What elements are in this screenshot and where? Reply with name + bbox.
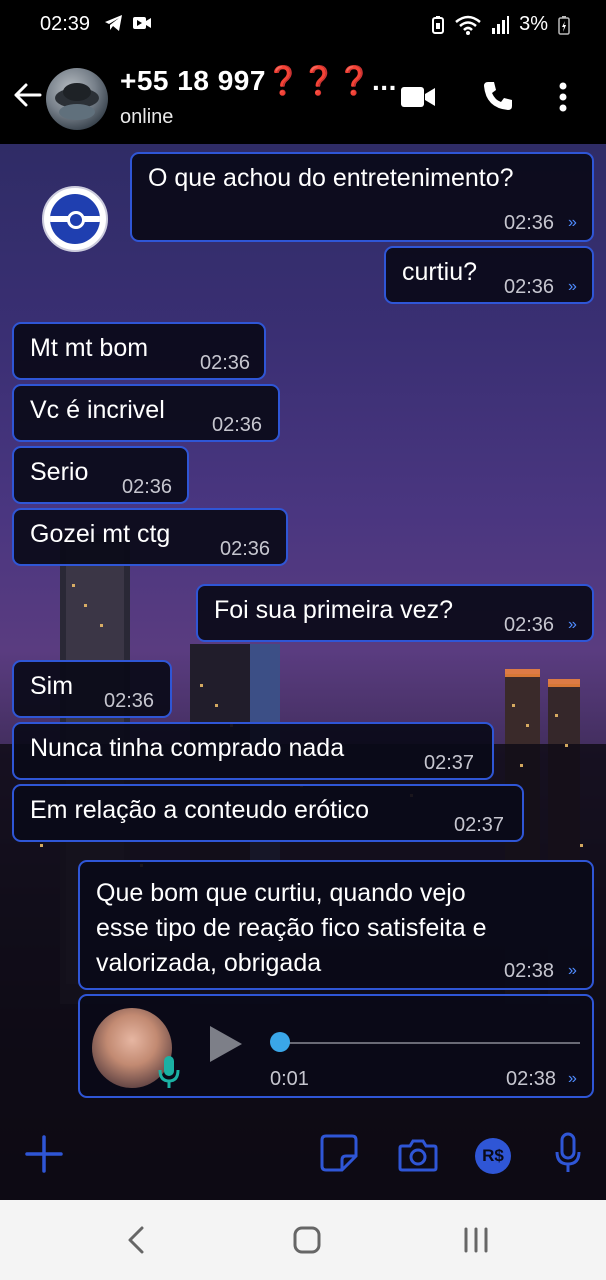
phone-call-icon[interactable] [482,80,514,112]
audio-progress-track[interactable] [280,1042,580,1044]
message-text: Gozei mt ctg [30,520,171,548]
message-text: O que achou do entretenimento? [148,164,514,192]
play-icon[interactable] [208,1024,244,1064]
audio-message[interactable]: 0:01 02:38 » [78,994,594,1098]
signal-icon [492,15,510,34]
message-text: Em relação a conteudo erótico [30,796,370,824]
message-time: 02:36 [504,614,555,636]
system-nav-bar [0,1200,606,1280]
message-time: 02:36 [200,352,251,374]
camera-icon[interactable] [398,1138,438,1172]
pokeball-sticker [42,186,108,252]
sent-tick-icon: » [568,278,577,295]
message-incoming[interactable]: Serio 02:36 [12,446,189,504]
message-text: Serio [30,458,89,486]
nav-recents-icon[interactable] [462,1227,490,1253]
message-time: 02:36 [212,414,263,436]
sent-tick-icon: » [568,1070,577,1087]
message-time: 02:37 [424,752,475,774]
microphone-icon [158,1056,180,1088]
message-outgoing[interactable]: Foi sua primeira vez? 02:36 » [196,584,594,642]
sent-tick-icon: » [568,616,577,633]
clock: 02:39 [40,13,91,35]
sent-tick-icon: » [568,962,577,979]
back-arrow-icon[interactable] [12,80,42,110]
battery-percent: 3% [519,13,548,35]
video-notification-icon [133,17,151,29]
add-attachment-icon[interactable] [24,1134,64,1174]
message-time: 02:38 [506,1068,557,1090]
avatar-image [55,83,99,120]
message-outgoing[interactable]: curtiu? 02:36 » [384,246,594,304]
battery-charging-icon [558,15,570,35]
message-text: Vc é incrivel [30,396,165,424]
contact-avatar[interactable] [46,68,108,130]
message-time: 02:36 [104,690,155,712]
message-text: Nunca tinha comprado nada [30,734,345,762]
message-outgoing[interactable]: O que achou do entretenimento? 02:36 » [130,152,594,242]
nav-back-icon[interactable] [126,1225,146,1255]
contact-status: online [120,106,174,128]
telegram-icon [105,15,122,31]
input-bar: R$ [0,1120,606,1200]
message-incoming[interactable]: Vc é incrivel 02:36 [12,384,280,442]
message-text: Mt mt bom [30,334,149,362]
currency-label: R$ [482,1146,504,1165]
message-text-line: valorizada, obrigada [96,949,322,977]
more-options-icon[interactable] [558,82,568,112]
voice-record-icon[interactable] [554,1132,582,1174]
message-time: 02:37 [454,814,505,836]
message-incoming[interactable]: Gozei mt ctg 02:36 [12,508,288,566]
sent-tick-icon: » [568,214,577,231]
battery-saver-icon [432,15,445,34]
video-call-icon[interactable] [400,84,436,110]
sticker-icon[interactable] [320,1134,358,1172]
message-outgoing[interactable]: Que bom que curtiu, quando vejo esse tip… [78,860,594,990]
message-time: 02:36 [122,476,173,498]
message-text-line: esse tipo de reação fico satisfeita e [96,914,487,942]
nav-home-icon[interactable] [292,1225,322,1255]
message-text: Foi sua primeira vez? [214,596,453,624]
message-text-line: Que bom que curtiu, quando vejo [96,879,466,907]
message-time: 02:36 [504,276,555,298]
payment-button[interactable]: R$ [475,1138,511,1174]
message-incoming[interactable]: Mt mt bom 02:36 [12,322,266,380]
message-incoming[interactable]: Em relação a conteudo erótico 02:37 [12,784,524,842]
message-text: Sim [30,672,74,700]
status-bar: 02:39 3% [0,0,606,50]
chat-header: +55 18 997❓❓❓... online [0,50,606,144]
audio-duration: 0:01 [270,1068,309,1090]
message-incoming[interactable]: Sim 02:36 [12,660,172,718]
wifi-icon [455,15,481,35]
message-text: curtiu? [402,258,478,286]
message-incoming[interactable]: Nunca tinha comprado nada 02:37 [12,722,494,780]
audio-progress-thumb[interactable] [270,1032,290,1052]
contact-name[interactable]: +55 18 997❓❓❓... [120,64,397,97]
message-time: 02:36 [504,212,555,234]
chat-area[interactable]: O que achou do entretenimento? 02:36 » c… [0,144,606,1200]
message-time: 02:36 [220,538,271,560]
message-time: 02:38 [504,960,555,982]
